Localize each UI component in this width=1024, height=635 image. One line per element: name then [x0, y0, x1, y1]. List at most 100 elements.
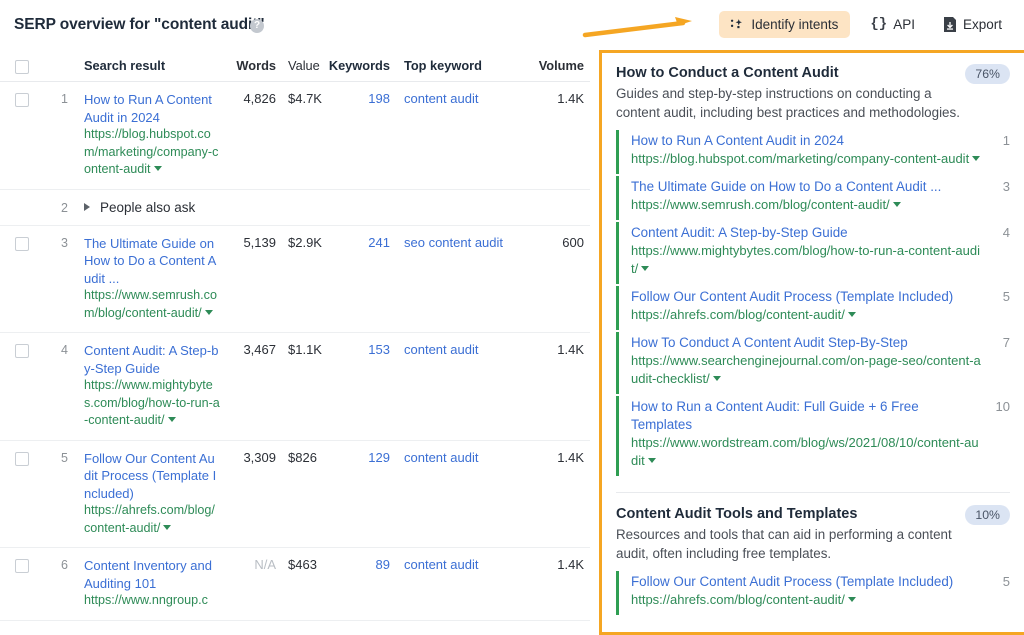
- export-label: Export: [963, 17, 1002, 32]
- url-dropdown-caret-icon[interactable]: [713, 376, 721, 381]
- export-button[interactable]: Export: [935, 11, 1010, 38]
- intent-item-main: How To Conduct A Content Audit Step-By-S…: [631, 334, 982, 388]
- intent-item-main: The Ultimate Guide on How to Do a Conten…: [631, 178, 982, 214]
- intents-panel-content: How to Conduct a Content Audit76%Guides …: [602, 53, 1024, 623]
- col-header-value[interactable]: Value: [276, 58, 328, 73]
- intent-item-url-link[interactable]: https://ahrefs.com/blog/content-audit/: [631, 306, 982, 324]
- intent-item-title-link[interactable]: How to Run a Content Audit: Full Guide +…: [631, 398, 982, 434]
- keywords-cell[interactable]: 89: [328, 557, 390, 610]
- keywords-cell[interactable]: 198: [328, 91, 390, 179]
- intent-description: Guides and step-by-step instructions on …: [616, 85, 1010, 122]
- row-checkbox-cell: [0, 557, 40, 610]
- people-also-ask-row[interactable]: People also ask: [68, 200, 590, 215]
- row-checkbox-cell: [0, 91, 40, 179]
- intent-item-title-link[interactable]: Follow Our Content Audit Process (Templa…: [631, 288, 982, 306]
- result-title-link[interactable]: The Ultimate Guide on How to Do a Conten…: [84, 235, 220, 288]
- volume-cell: 1.4K: [510, 342, 590, 430]
- row-checkbox[interactable]: [15, 452, 29, 466]
- intent-item-title-link[interactable]: How to Run A Content Audit in 2024: [631, 132, 982, 150]
- url-dropdown-caret-icon[interactable]: [154, 166, 162, 171]
- intent-item-title-link[interactable]: Content Audit: A Step-by-Step Guide: [631, 224, 982, 242]
- intent-item-title-link[interactable]: Follow Our Content Audit Process (Templa…: [631, 573, 982, 591]
- api-button[interactable]: {} API: [862, 10, 923, 38]
- row-checkbox[interactable]: [15, 237, 29, 251]
- header-num: [40, 65, 68, 66]
- intent-item-url-link[interactable]: https://www.wordstream.com/blog/ws/2021/…: [631, 434, 982, 470]
- intent-item-title-link[interactable]: How To Conduct A Content Audit Step-By-S…: [631, 334, 982, 352]
- header-actions: Identify intents {} API Export: [719, 10, 1010, 38]
- value-cell: $826: [276, 450, 328, 538]
- intent-item-position: 10: [982, 398, 1010, 470]
- url-dropdown-caret-icon[interactable]: [205, 310, 213, 315]
- row-checkbox-cell: [0, 235, 40, 323]
- keywords-cell[interactable]: 129: [328, 450, 390, 538]
- intent-item-url-link[interactable]: https://ahrefs.com/blog/content-audit/: [631, 591, 982, 609]
- result-title-link[interactable]: How to Run A Content Audit in 2024: [84, 91, 220, 126]
- col-header-words[interactable]: Words: [220, 58, 276, 73]
- url-dropdown-caret-icon[interactable]: [972, 156, 980, 161]
- intent-item-url-link[interactable]: https://www.mightybytes.com/blog/how-to-…: [631, 242, 982, 278]
- result-cell: Content Inventory and Auditing 101https:…: [68, 557, 220, 610]
- result-url-link[interactable]: https://ahrefs.com/blog/content-audit/: [84, 502, 220, 537]
- url-dropdown-caret-icon[interactable]: [893, 202, 901, 207]
- keywords-cell[interactable]: 153: [328, 342, 390, 430]
- url-dropdown-caret-icon[interactable]: [848, 312, 856, 317]
- top-keyword-cell[interactable]: content audit: [390, 91, 510, 179]
- col-header-volume[interactable]: Volume: [510, 58, 590, 73]
- intent-item-list: How to Run A Content Audit in 2024https:…: [616, 130, 1010, 476]
- identify-intents-label: Identify intents: [751, 17, 838, 32]
- expand-caret-icon[interactable]: [84, 203, 90, 211]
- intent-item-title-link[interactable]: The Ultimate Guide on How to Do a Conten…: [631, 178, 982, 196]
- result-url-link[interactable]: https://www.semrush.com/blog/content-aud…: [84, 287, 220, 322]
- intent-list-item: How To Conduct A Content Audit Step-By-S…: [616, 332, 1010, 394]
- result-cell: The Ultimate Guide on How to Do a Conten…: [68, 235, 220, 323]
- row-position: 2: [40, 200, 68, 215]
- row-checkbox[interactable]: [15, 344, 29, 358]
- keywords-cell[interactable]: 241: [328, 235, 390, 323]
- intent-item-main: How to Run A Content Audit in 2024https:…: [631, 132, 982, 168]
- col-header-top-keyword[interactable]: Top keyword: [390, 58, 510, 73]
- table-row: 3The Ultimate Guide on How to Do a Conte…: [0, 226, 590, 334]
- words-cell: 3,309: [220, 450, 276, 538]
- words-cell: 5,139: [220, 235, 276, 323]
- intents-panel: How to Conduct a Content Audit76%Guides …: [599, 50, 1024, 635]
- url-dropdown-caret-icon[interactable]: [641, 266, 649, 271]
- top-keyword-cell[interactable]: content audit: [390, 450, 510, 538]
- intent-item-main: Follow Our Content Audit Process (Templa…: [631, 573, 982, 609]
- row-position: 4: [40, 342, 68, 430]
- result-url-link[interactable]: https://www.nngroup.c: [84, 592, 220, 610]
- volume-cell: 1.4K: [510, 91, 590, 179]
- top-keyword-cell[interactable]: content audit: [390, 557, 510, 610]
- url-dropdown-caret-icon[interactable]: [648, 458, 656, 463]
- result-title-link[interactable]: Content Audit: A Step-by-Step Guide: [84, 342, 220, 377]
- question-mark-icon[interactable]: ?: [250, 19, 264, 33]
- identify-intents-button[interactable]: Identify intents: [719, 11, 850, 38]
- result-title-link[interactable]: Follow Our Content Audit Process (Templa…: [84, 450, 220, 503]
- row-checkbox[interactable]: [15, 559, 29, 573]
- serp-overview-page: SERP overview for "content audit" ? Iden…: [0, 0, 1024, 635]
- table-row: 1How to Run A Content Audit in 2024https…: [0, 82, 590, 190]
- url-dropdown-caret-icon[interactable]: [168, 417, 176, 422]
- top-keyword-cell[interactable]: seo content audit: [390, 235, 510, 323]
- row-checkbox-cell: [0, 342, 40, 430]
- value-cell: $1.1K: [276, 342, 328, 430]
- value-cell: $2.9K: [276, 235, 328, 323]
- table-body: 1How to Run A Content Audit in 2024https…: [0, 82, 590, 621]
- result-title-link[interactable]: Content Inventory and Auditing 101: [84, 557, 220, 592]
- intent-item-url-link[interactable]: https://www.searchenginejournal.com/on-p…: [631, 352, 982, 388]
- url-dropdown-caret-icon[interactable]: [848, 597, 856, 602]
- result-url-link[interactable]: https://blog.hubspot.com/marketing/compa…: [84, 126, 220, 179]
- top-keyword-cell[interactable]: content audit: [390, 342, 510, 430]
- col-header-search-result[interactable]: Search result: [68, 58, 220, 73]
- intent-item-url-link[interactable]: https://www.semrush.com/blog/content-aud…: [631, 196, 982, 214]
- select-all-checkbox[interactable]: [15, 60, 29, 74]
- row-checkbox[interactable]: [15, 93, 29, 107]
- row-checkbox-cell: [0, 200, 40, 215]
- result-cell: Content Audit: A Step-by-Step Guidehttps…: [68, 342, 220, 430]
- col-header-keywords[interactable]: Keywords: [328, 58, 390, 73]
- result-url-link[interactable]: https://www.mightybytes.com/blog/how-to-…: [84, 377, 220, 430]
- intent-percent-badge: 10%: [965, 505, 1010, 525]
- url-dropdown-caret-icon[interactable]: [163, 525, 171, 530]
- volume-cell: 600: [510, 235, 590, 323]
- intent-item-url-link[interactable]: https://blog.hubspot.com/marketing/compa…: [631, 150, 982, 168]
